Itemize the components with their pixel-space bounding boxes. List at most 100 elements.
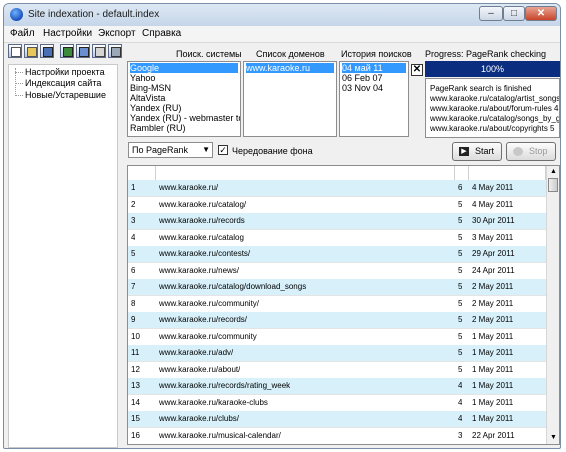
url-cell: www.karaoke.ru/news/ bbox=[159, 265, 240, 275]
pagerank-cell: 5 bbox=[458, 282, 463, 291]
alt-background-checkbox[interactable]: ✓ bbox=[218, 145, 228, 155]
new-button[interactable] bbox=[8, 44, 22, 58]
table-row[interactable]: 3 www.karaoke.ru/records 5 30 Apr 2011 bbox=[128, 213, 546, 230]
table-row[interactable]: 11 www.karaoke.ru/adv/5 1 May 2011 bbox=[128, 345, 546, 362]
row-number-cell: 14 bbox=[131, 397, 140, 407]
url-cell: www.karaoke.ru/catalog/ bbox=[159, 199, 247, 209]
sort-select-value: По PageRank bbox=[132, 145, 189, 155]
pagerank-cell: 4 bbox=[458, 381, 463, 390]
row-number-cell: 1 bbox=[131, 183, 136, 192]
url-cell: www.karaoke.ru/musical-calendar/ bbox=[159, 430, 281, 440]
url-cell: www.karaoke.ru/records/rating_week bbox=[159, 381, 291, 390]
stop-button[interactable]: Stop bbox=[506, 142, 556, 161]
globe-icon bbox=[10, 8, 23, 21]
url-cell: www.karaoke.ru/ bbox=[159, 183, 219, 192]
list-item[interactable]: Yahoo bbox=[130, 73, 155, 83]
date-cell: 29 Apr 2011 bbox=[472, 249, 515, 258]
list-item[interactable]: 04 май 11 bbox=[342, 63, 406, 73]
list-item[interactable]: Rambler (RU) bbox=[130, 123, 186, 133]
row-number-cell: 6 bbox=[131, 265, 136, 275]
pagerank-cell: 5 bbox=[458, 364, 463, 374]
row-number-cell: 15 bbox=[131, 414, 140, 423]
table-row[interactable]: 12 www.karaoke.ru/about/5 1 May 2011 bbox=[128, 361, 546, 379]
sort-select[interactable]: По PageRank ▼ bbox=[128, 142, 213, 158]
table-row[interactable]: 1 www.karaoke.ru/6 4 May 2011 bbox=[128, 180, 546, 197]
start-icon: ▶ bbox=[459, 147, 469, 156]
tree-item-site-indexation[interactable]: Индексация сайта bbox=[25, 78, 101, 88]
progress-header: Progress: PageRank checking bbox=[425, 49, 547, 59]
date-cell: 1 May 2011 bbox=[472, 397, 514, 407]
checkmark-icon: ✓ bbox=[219, 145, 227, 155]
table-row[interactable]: 6 www.karaoke.ru/news/5 24 Apr 2011 bbox=[128, 262, 546, 280]
start-button[interactable]: ▶ Start bbox=[452, 142, 502, 161]
minimize-button[interactable]: – bbox=[479, 6, 503, 21]
menu-settings[interactable]: Настройки bbox=[43, 28, 92, 39]
list-item[interactable]: Google bbox=[130, 63, 238, 73]
list-item[interactable]: Yandex (RU) bbox=[130, 103, 181, 113]
print-button[interactable] bbox=[108, 44, 122, 58]
progress-bar: 100% bbox=[425, 61, 560, 77]
row-number-cell: 2 bbox=[131, 199, 136, 209]
save-button[interactable] bbox=[40, 44, 54, 58]
window-title: Site indexation - default.index bbox=[28, 9, 160, 20]
pagerank-cell: 5 bbox=[458, 348, 463, 357]
date-cell: 22 Apr 2011 bbox=[472, 430, 515, 440]
date-cell: 1 May 2011 bbox=[472, 331, 514, 341]
list-item[interactable]: 06 Feb 07 bbox=[342, 73, 383, 83]
menu-file[interactable]: Файл bbox=[10, 28, 35, 39]
pagerank-cell: 4 bbox=[458, 397, 463, 407]
title-bar[interactable]: Site indexation - default.index – □ ✕ bbox=[4, 4, 560, 26]
stop-icon bbox=[513, 147, 523, 156]
menu-export[interactable]: Экспорт bbox=[98, 28, 136, 39]
progress-label: 100% bbox=[480, 64, 505, 74]
date-cell: 1 May 2011 bbox=[472, 364, 514, 374]
tree-item-new-outdated[interactable]: Новые/Устаревшие bbox=[25, 90, 106, 100]
scroll-up-icon[interactable]: ▲ bbox=[547, 166, 559, 178]
tree-branch bbox=[15, 72, 23, 73]
table-row[interactable]: 13 www.karaoke.ru/records/rating_week 4 1 M… bbox=[128, 378, 546, 395]
date-cell: 30 Apr 2011 bbox=[472, 216, 515, 225]
log-line: www.karaoke.ru/about/forum-rules 4 bbox=[430, 104, 559, 113]
maximize-button[interactable]: □ bbox=[503, 6, 525, 21]
pagerank-cell: 5 bbox=[458, 249, 463, 258]
scroll-thumb[interactable] bbox=[548, 178, 558, 192]
domains-list[interactable]: www.karaoke.ru bbox=[243, 61, 337, 137]
url-cell: www.karaoke.ru/clubs/ bbox=[159, 414, 240, 423]
table-row[interactable]: 16 www.karaoke.ru/musical-calendar/3 22 Ap… bbox=[128, 427, 546, 444]
scroll-down-icon[interactable]: ▼ bbox=[547, 432, 559, 444]
clear-history-button[interactable]: ✕ bbox=[411, 64, 423, 76]
row-number-cell: 13 bbox=[131, 381, 140, 390]
table-row[interactable]: 7 www.karaoke.ru/catalog/download_songs 5 2… bbox=[128, 279, 546, 296]
table-row[interactable]: 5 www.karaoke.ru/contests/5 29 Apr 2011 bbox=[128, 246, 546, 263]
table-row[interactable]: 2 www.karaoke.ru/catalog/5 4 May 2011 bbox=[128, 196, 546, 214]
table-row[interactable]: 14 www.karaoke.ru/karaoke-clubs 4 1 May 201… bbox=[128, 394, 546, 412]
report-button[interactable] bbox=[76, 44, 90, 58]
table-row[interactable]: 10 www.karaoke.ru/community 5 1 May 2011 bbox=[128, 328, 546, 346]
list-item[interactable]: AltaVista bbox=[130, 93, 165, 103]
table-header-row bbox=[128, 166, 546, 181]
tree-item-project-settings[interactable]: Настройки проекта bbox=[25, 67, 105, 77]
export-button[interactable] bbox=[60, 44, 74, 58]
close-button[interactable]: ✕ bbox=[525, 6, 557, 21]
table-row[interactable]: 15 www.karaoke.ru/clubs/4 1 May 2011 bbox=[128, 411, 546, 428]
log-line: www.karaoke.ru/catalog/artist_songs. bbox=[430, 94, 560, 103]
url-cell: www.karaoke.ru/community bbox=[159, 331, 257, 341]
history-list[interactable]: 04 май 11 06 Feb 07 03 Nov 04 bbox=[339, 61, 409, 137]
row-number-cell: 12 bbox=[131, 364, 140, 374]
row-number-cell: 5 bbox=[131, 249, 136, 258]
table-row[interactable]: 8 www.karaoke.ru/community/5 2 May 2011 bbox=[128, 295, 546, 313]
pagerank-cell: 5 bbox=[458, 315, 463, 324]
search-systems-list[interactable]: Google Yahoo Bing-MSN AltaVista Yandex (… bbox=[127, 61, 241, 137]
list-item[interactable]: www.karaoke.ru bbox=[246, 63, 334, 73]
list-item[interactable]: 03 Nov 04 bbox=[342, 83, 383, 93]
table-row[interactable]: 9 www.karaoke.ru/records/5 2 May 2011 bbox=[128, 312, 546, 329]
date-cell: 2 May 2011 bbox=[472, 282, 514, 291]
open-button[interactable] bbox=[24, 44, 38, 58]
table-row[interactable]: 4 www.karaoke.ru/catalog 5 3 May 2011 bbox=[128, 229, 546, 247]
properties-button[interactable] bbox=[92, 44, 106, 58]
list-item[interactable]: Yandex (RU) - webmaster tools bbox=[130, 113, 240, 123]
list-item[interactable]: Bing-MSN bbox=[130, 83, 171, 93]
vertical-scrollbar[interactable]: ▲ ▼ bbox=[546, 166, 559, 444]
url-cell: www.karaoke.ru/records bbox=[159, 216, 245, 225]
menu-help[interactable]: Справка bbox=[142, 28, 181, 39]
